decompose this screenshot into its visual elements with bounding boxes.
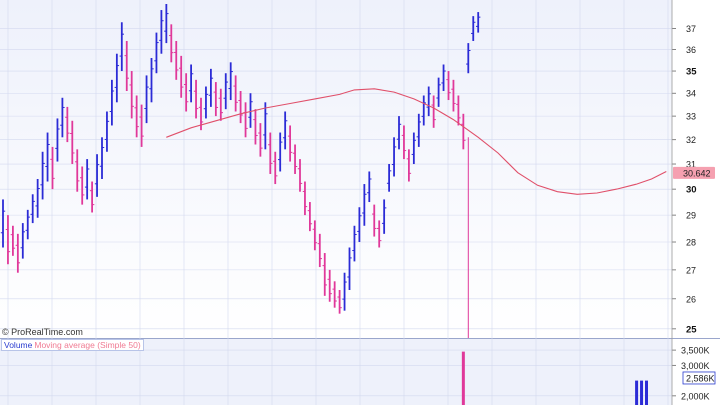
price-chart: 25262728293031323334353637 30.642 xyxy=(0,0,720,338)
last-price-label: 30.642 xyxy=(673,166,715,179)
last-price-value: 30.642 xyxy=(683,168,711,178)
watermark: © ProRealTime.com xyxy=(2,327,83,337)
y-tick-label: 28 xyxy=(686,238,696,248)
chart-root: 25 26 27 28 29 30 31 32 33 34 35 36 37 30.642 © ProR… xyxy=(0,0,720,405)
last-volume-value: 2,586K xyxy=(686,373,715,383)
y-tick-label: 26 xyxy=(686,294,696,304)
volume-bar xyxy=(640,380,644,405)
y-tick-label: 33 xyxy=(686,112,696,122)
volume-tick-label: 3,500K xyxy=(681,346,710,356)
volume-bar xyxy=(635,380,639,405)
y-tick-label: 37 xyxy=(686,24,696,34)
y-tick-label: 30 xyxy=(686,185,697,196)
volume-bar xyxy=(645,380,648,405)
volume-legend-label: Volume xyxy=(4,340,33,350)
volume-tick-label: 2,000K xyxy=(681,391,710,401)
volume-tick-label: 3,000K xyxy=(681,361,710,371)
volume-bar xyxy=(461,351,465,405)
y-tick-label: 36 xyxy=(686,45,696,55)
y-tick-label: 25 xyxy=(686,324,697,335)
ma-legend-label: Moving average (Simple 50) xyxy=(34,340,141,350)
y-tick-label: 29 xyxy=(686,211,696,221)
y-tick-label: 35 xyxy=(686,67,697,78)
y-tick-label: 34 xyxy=(686,89,696,99)
y-tick-label: 32 xyxy=(686,135,696,145)
price-plot-background xyxy=(0,0,672,338)
indicator-legend: Volume Moving average (Simple 50) xyxy=(1,339,144,351)
y-tick-label: 27 xyxy=(686,265,696,275)
